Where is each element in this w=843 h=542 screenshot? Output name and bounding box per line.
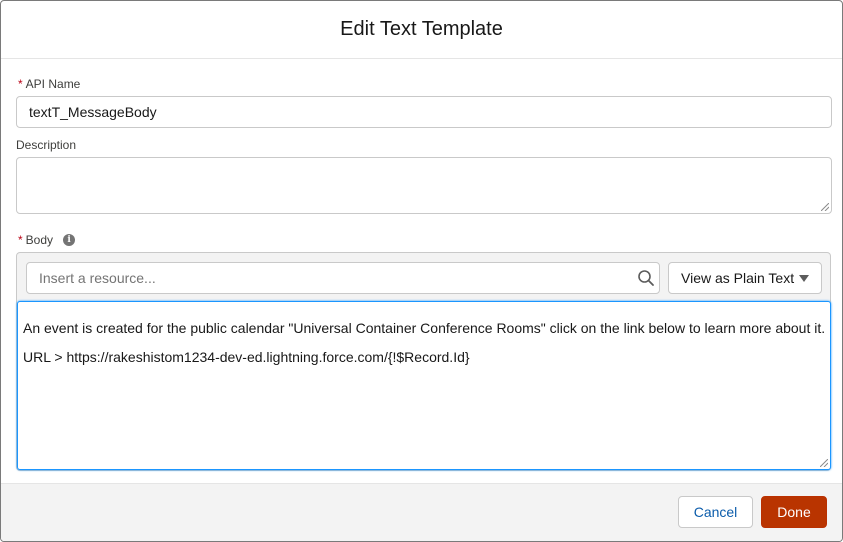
chevron-down-icon bbox=[799, 274, 809, 282]
api-name-label: * API Name bbox=[18, 77, 80, 91]
body-label-text: Body bbox=[25, 233, 54, 247]
modal-title: Edit Text Template bbox=[340, 18, 503, 40]
api-name-value: textT_MessageBody bbox=[29, 104, 157, 120]
api-name-input[interactable]: textT_MessageBody bbox=[16, 96, 832, 128]
required-marker: * bbox=[18, 77, 23, 91]
required-marker: * bbox=[18, 233, 23, 247]
resource-search-input[interactable]: Insert a resource... bbox=[26, 262, 660, 294]
api-name-label-text: API Name bbox=[25, 77, 81, 91]
done-button[interactable]: Done bbox=[761, 496, 827, 528]
cancel-button[interactable]: Cancel bbox=[678, 496, 753, 528]
info-icon[interactable]: i bbox=[63, 234, 76, 246]
edit-text-template-modal: Edit Text Template * API Name textT_Mess… bbox=[0, 0, 843, 542]
view-mode-value: View as Plain Text bbox=[681, 270, 795, 286]
body-text-line: An event is created for the public calen… bbox=[23, 320, 826, 336]
description-label-text: Description bbox=[16, 138, 77, 152]
body-text-editor[interactable]: An event is created for the public calen… bbox=[17, 301, 831, 470]
description-textarea[interactable] bbox=[16, 157, 832, 214]
search-icon[interactable] bbox=[637, 269, 655, 287]
description-label: Description bbox=[16, 138, 76, 152]
resize-grip-icon[interactable] bbox=[820, 459, 828, 467]
body-label: * Body i bbox=[18, 233, 76, 247]
body-text-line: URL > https://rakeshistom1234-dev-ed.lig… bbox=[23, 349, 470, 365]
resize-grip-icon[interactable] bbox=[821, 203, 829, 211]
view-mode-select[interactable]: View as Plain Text bbox=[668, 262, 822, 294]
modal-header: Edit Text Template bbox=[1, 1, 842, 59]
resource-search-placeholder: Insert a resource... bbox=[39, 270, 156, 286]
